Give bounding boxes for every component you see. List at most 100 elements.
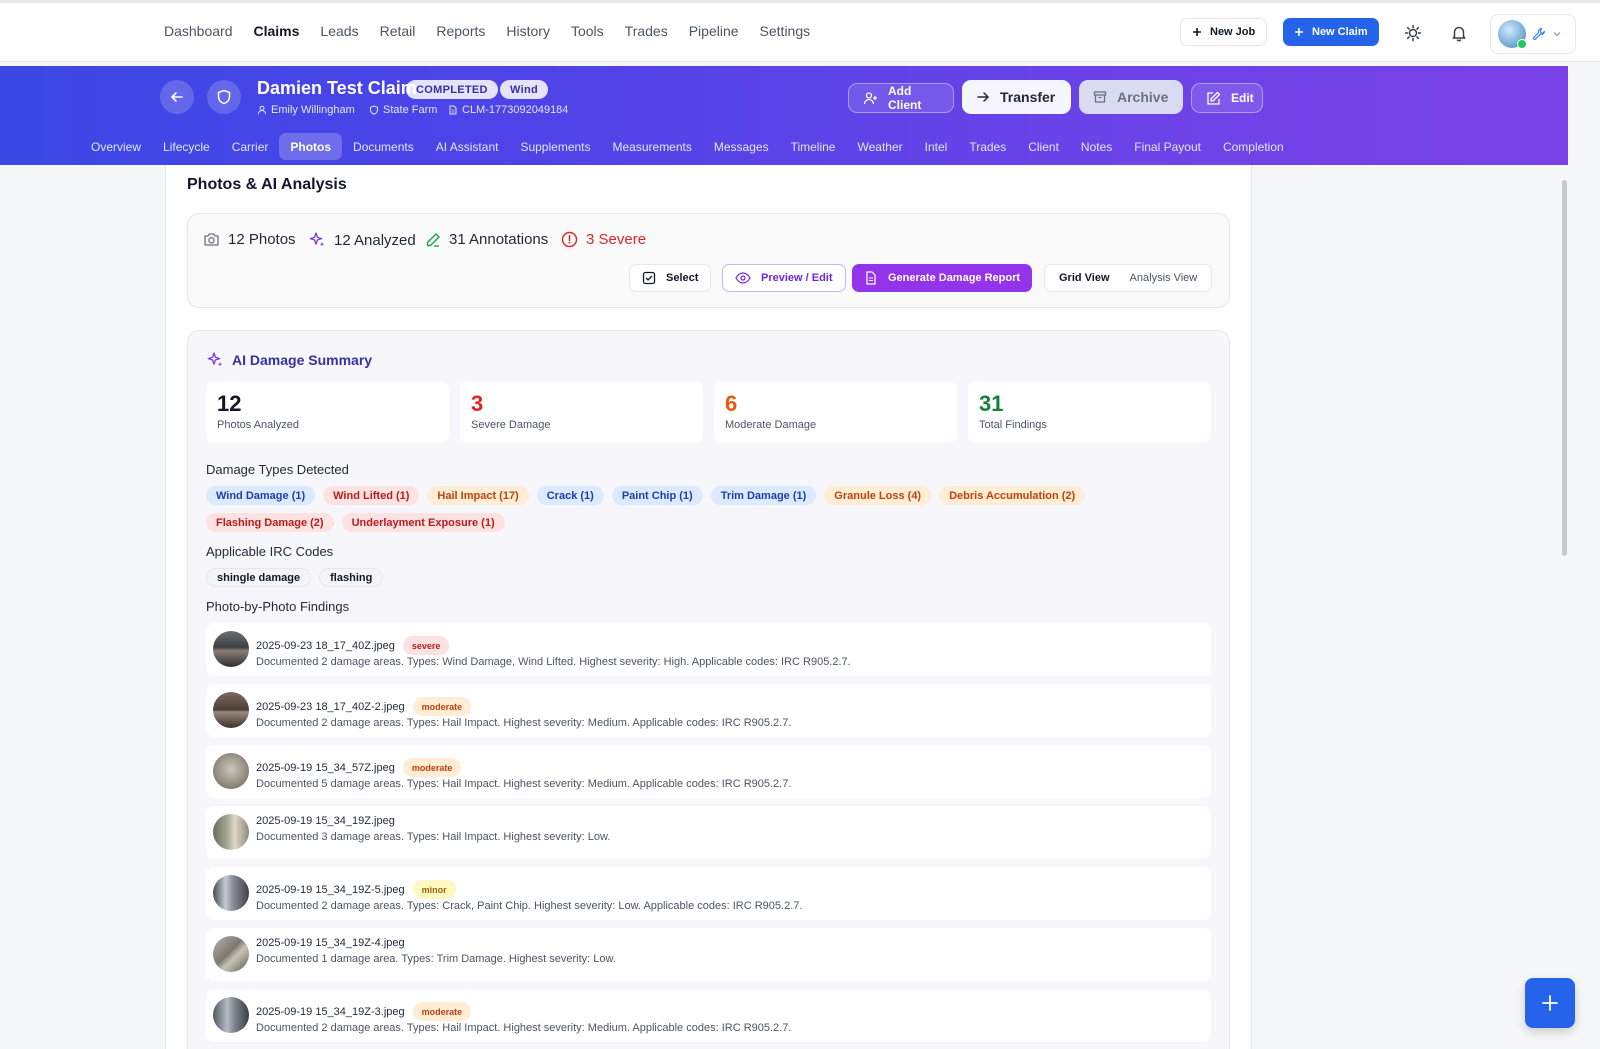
- finding-row[interactable]: 2025-09-19 15_34_19Z-4.jpeg Documented 1 …: [206, 928, 1211, 981]
- status-badge: COMPLETED: [406, 80, 498, 99]
- tab-trades[interactable]: Trades: [958, 133, 1017, 160]
- add-client-button[interactable]: Add Client: [848, 83, 954, 113]
- new-job-button[interactable]: New Job: [1180, 18, 1268, 46]
- archive-button[interactable]: Archive: [1079, 80, 1183, 114]
- select-button[interactable]: Select: [629, 264, 712, 292]
- metric-label: Photos Analyzed: [217, 419, 299, 431]
- claim-type-badge: Wind: [500, 80, 548, 99]
- generate-damage-report-button[interactable]: Generate Damage Report: [852, 264, 1033, 292]
- nav-tools[interactable]: Tools: [571, 23, 604, 39]
- nav-leads[interactable]: Leads: [320, 23, 358, 39]
- photo-thumbnail[interactable]: [213, 936, 249, 972]
- preview-edit-button[interactable]: Preview / Edit: [722, 264, 846, 292]
- irc-code-chip: shingle damage: [206, 568, 312, 587]
- tab-photos[interactable]: Photos: [279, 133, 343, 160]
- stat-severe-label: 3 Severe: [586, 231, 647, 248]
- new-job-label: New Job: [1210, 26, 1256, 38]
- page-scrollbar[interactable]: [1562, 180, 1567, 556]
- nav-settings[interactable]: Settings: [760, 23, 811, 39]
- finding-row[interactable]: 2025-09-23 18_17_40Z-2.jpeg moderate Docum…: [206, 684, 1211, 737]
- shield-icon: [369, 105, 379, 115]
- metric-total-findings: 31 Total Findings: [968, 381, 1211, 443]
- claim-number-meta: CLM-1773092049184: [448, 104, 568, 116]
- ai-summary-title: AI Damage Summary: [206, 351, 372, 369]
- finding-filename-row: 2025-09-19 15_34_19Z-3.jpeg moderate: [256, 1002, 472, 1021]
- analysis-view-option[interactable]: Analysis View: [1120, 272, 1208, 284]
- tab-supplements[interactable]: Supplements: [509, 133, 601, 160]
- damage-type-chip: Wind Damage (1): [206, 486, 316, 505]
- stat-severe: 3 Severe: [561, 231, 646, 248]
- tab-overview[interactable]: Overview: [80, 133, 152, 160]
- finding-row[interactable]: 2025-09-23 18_17_40Z.jpeg severe Documente…: [206, 623, 1211, 676]
- nav-trades[interactable]: Trades: [625, 23, 668, 39]
- theme-toggle-button[interactable]: [1400, 20, 1426, 46]
- ai-summary-title-text: AI Damage Summary: [232, 352, 373, 368]
- tab-carrier[interactable]: Carrier: [221, 133, 280, 160]
- tab-timeline[interactable]: Timeline: [780, 133, 847, 160]
- tab-client[interactable]: Client: [1017, 133, 1070, 160]
- tab-messages[interactable]: Messages: [703, 133, 780, 160]
- back-button[interactable]: [160, 80, 194, 114]
- document-icon: [448, 105, 458, 115]
- metric-label: Moderate Damage: [725, 419, 817, 431]
- floating-add-button[interactable]: [1525, 978, 1575, 1028]
- findings-heading: Photo-by-Photo Findings: [206, 599, 350, 614]
- nav-claims[interactable]: Claims: [254, 23, 300, 39]
- photo-thumbnail[interactable]: [213, 814, 249, 850]
- sun-icon: [1404, 24, 1422, 42]
- finding-row[interactable]: 2025-09-19 15_34_57Z.jpeg moderate Documen…: [206, 745, 1211, 798]
- photo-thumbnail[interactable]: [213, 997, 249, 1033]
- photo-stats-card: 12 Photos 12 Analyzed 31 Annotations 3 S…: [187, 213, 1230, 308]
- edit-button[interactable]: Edit: [1191, 83, 1263, 113]
- damage-type-chip: Granule Loss (4): [824, 486, 932, 505]
- transfer-button[interactable]: Transfer: [962, 80, 1071, 114]
- shield-icon: [216, 89, 232, 105]
- edit-label: Edit: [1231, 91, 1254, 105]
- finding-row[interactable]: 2025-09-19 15_34_19Z-5.jpeg minor Document…: [206, 867, 1211, 920]
- claim-title: Damien Test Claim: [257, 78, 417, 98]
- photo-thumbnail[interactable]: [213, 753, 249, 789]
- arrow-right-icon: [976, 90, 990, 104]
- tab-documents[interactable]: Documents: [342, 133, 425, 160]
- nav-reports[interactable]: Reports: [436, 23, 485, 39]
- severity-badge: moderate: [402, 758, 462, 777]
- plus-icon: [1294, 27, 1304, 37]
- nav-dashboard[interactable]: Dashboard: [164, 23, 233, 39]
- nav-history[interactable]: History: [506, 23, 550, 39]
- finding-row[interactable]: 2025-09-19 15_34_19Z.jpeg Documented 3 da…: [206, 806, 1211, 859]
- tab-measurements[interactable]: Measurements: [602, 133, 703, 160]
- finding-filename-row: 2025-09-19 15_34_19Z-5.jpeg minor: [256, 880, 456, 899]
- finding-row[interactable]: 2025-09-19 15_34_19Z-3.jpeg moderate Docum…: [206, 989, 1211, 1042]
- pencil-icon: [425, 232, 441, 248]
- damage-types-row-1: Wind Damage (1) Wind Lifted (1) Hail Impac…: [206, 486, 1086, 505]
- finding-description: Documented 5 damage areas. Types: Hail I…: [256, 778, 792, 790]
- grid-view-option[interactable]: Grid View: [1049, 272, 1120, 284]
- photo-thumbnail[interactable]: [213, 875, 249, 911]
- stat-annotations-label: 31 Annotations: [449, 231, 549, 248]
- user-menu[interactable]: [1490, 14, 1576, 54]
- tab-completion[interactable]: Completion: [1212, 133, 1295, 160]
- archive-icon: [1093, 90, 1107, 104]
- wrench-icon: [1532, 27, 1546, 41]
- photo-thumbnail[interactable]: [213, 692, 249, 728]
- new-claim-button[interactable]: New Claim: [1283, 18, 1379, 46]
- damage-type-chip: Hail Impact (17): [427, 486, 529, 505]
- nav-pipeline[interactable]: Pipeline: [689, 23, 739, 39]
- transfer-label: Transfer: [1000, 89, 1056, 105]
- finding-filename: 2025-09-19 15_34_57Z.jpeg: [256, 761, 395, 774]
- damage-type-chip: Crack (1): [536, 486, 604, 505]
- add-client-label: Add Client: [888, 84, 922, 112]
- archive-label: Archive: [1117, 89, 1169, 105]
- photo-thumbnail[interactable]: [213, 631, 249, 667]
- tab-lifecycle[interactable]: Lifecycle: [152, 133, 221, 160]
- tab-final-payout[interactable]: Final Payout: [1123, 133, 1212, 160]
- plus-icon: [1192, 27, 1202, 37]
- finding-description: Documented 2 damage areas. Types: Hail I…: [256, 1022, 792, 1034]
- notifications-button[interactable]: [1446, 20, 1472, 46]
- tab-intel[interactable]: Intel: [914, 133, 959, 160]
- findings-list: 2025-09-23 18_17_40Z.jpeg severe Documente…: [206, 623, 1211, 1049]
- tab-notes[interactable]: Notes: [1070, 133, 1123, 160]
- nav-retail[interactable]: Retail: [380, 23, 416, 39]
- tab-ai-assistant[interactable]: AI Assistant: [425, 133, 510, 160]
- tab-weather[interactable]: Weather: [846, 133, 913, 160]
